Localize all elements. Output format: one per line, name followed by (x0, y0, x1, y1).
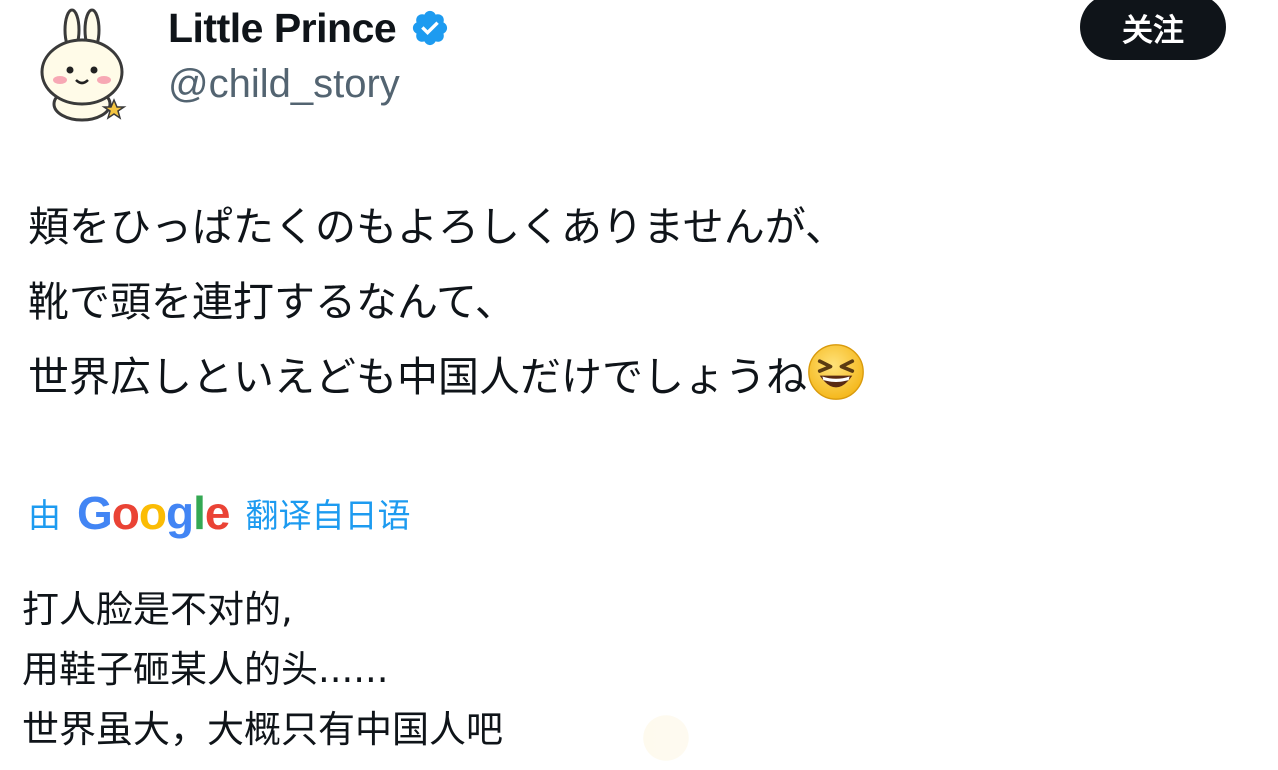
profile-name-row: Little Prince (168, 2, 450, 54)
faded-emoji-icon (643, 715, 689, 761)
follow-button[interactable]: 关注 (1080, 0, 1226, 60)
tweet-line: 靴で頭を連打するなんて、 (28, 278, 516, 326)
tweet-line: 頬をひっぱたくのもよろしくありませんが、 (28, 203, 846, 251)
bunny-avatar-icon (40, 8, 127, 122)
verified-badge-icon (413, 10, 448, 46)
translated-line: 用鞋子砸某人的头...... (22, 648, 389, 691)
google-logo: Google (77, 487, 230, 539)
translated-line: 打人脸是不对的, (22, 588, 293, 631)
translated-line: 世界虽大，大概只有中国人吧 (22, 708, 503, 751)
translated-body: 打人脸是不对的, 用鞋子砸某人的头...... 世界虽大，大概只有中国人吧 (22, 580, 503, 760)
laughing-squinting-face-emoji-icon (808, 344, 864, 400)
tweet-body: 頬をひっぱたくのもよろしくありませんが、 靴で頭を連打するなんて、 世界広しとい… (28, 190, 865, 415)
display-name[interactable]: Little Prince (168, 5, 397, 52)
account-handle[interactable]: @child_story (168, 62, 400, 107)
avatar[interactable] (36, 4, 128, 124)
tweet-line: 世界広しといえども中国人だけでしょうね (28, 340, 865, 415)
tweet-line-text: 世界広しといえども中国人だけでしょうね (28, 353, 807, 401)
translation-prefix: 由 (28, 496, 61, 535)
translation-suffix: 翻译自日语 (245, 496, 411, 535)
translation-notice[interactable]: 由 Google 翻译自日语 (28, 484, 410, 542)
